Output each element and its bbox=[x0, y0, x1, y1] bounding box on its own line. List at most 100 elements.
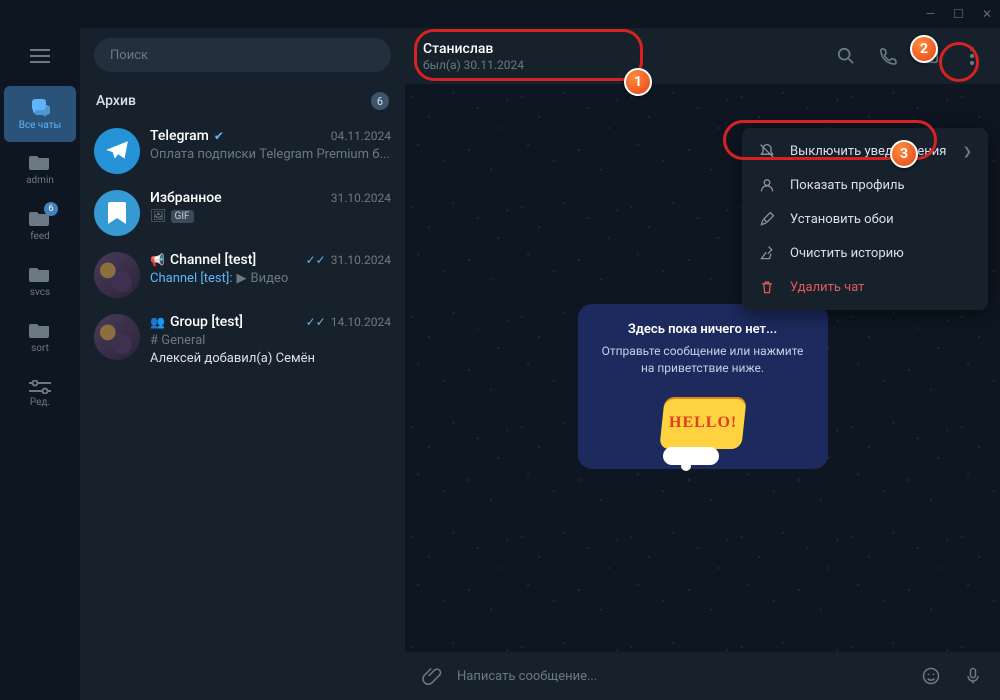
broom-icon bbox=[758, 245, 776, 261]
chat-pane: Станислав был(а) 30.11.2024 Здесь пока н… bbox=[405, 28, 1000, 700]
hello-sticker-text: HELLO! bbox=[668, 414, 736, 432]
rail-item-sort[interactable]: sort bbox=[4, 310, 76, 366]
chat-options-dropdown: Выключить уведомления ❯ Показать профиль… bbox=[742, 128, 988, 310]
chat-peer-name: Станислав bbox=[423, 41, 822, 57]
window-close[interactable]: ✕ bbox=[982, 7, 992, 21]
brush-icon bbox=[758, 211, 776, 227]
menu-item-clear-history[interactable]: Очистить историю bbox=[742, 236, 988, 270]
chat-row-telegram[interactable]: Telegram ✔ 04.11.2024 Оплата подписки Te… bbox=[80, 120, 405, 182]
video-thumb-icon: ▶ bbox=[236, 271, 246, 286]
folder-icon bbox=[29, 322, 51, 340]
mute-icon bbox=[758, 143, 776, 159]
sidebar-toggle-button[interactable] bbox=[912, 38, 948, 74]
rail-item-svcs[interactable]: svcs bbox=[4, 254, 76, 310]
chat-row-body: Telegram ✔ 04.11.2024 Оплата подписки Te… bbox=[150, 128, 391, 174]
chat-time: 14.10.2024 bbox=[331, 315, 391, 329]
main-menu-button[interactable] bbox=[20, 36, 60, 76]
chat-name: Channel [test] bbox=[170, 252, 256, 268]
read-checks-icon: ✓✓ bbox=[306, 253, 326, 267]
rail-item-all-chats[interactable]: Все чаты bbox=[4, 86, 76, 142]
rail-label: feed bbox=[30, 231, 50, 242]
chat-media-label: Видео bbox=[250, 271, 288, 286]
attach-button[interactable] bbox=[415, 659, 449, 693]
avatar bbox=[94, 190, 140, 236]
folder-icon bbox=[29, 266, 51, 284]
more-menu-button[interactable] bbox=[954, 38, 990, 74]
chat-row-body: 👥 Group [test] ✓✓ 14.10.2024 # General А… bbox=[150, 314, 391, 366]
call-button[interactable] bbox=[870, 38, 906, 74]
chat-name: Telegram bbox=[150, 128, 209, 144]
phone-icon bbox=[879, 47, 897, 65]
chat-time: 31.10.2024 bbox=[331, 191, 391, 205]
rail-label: svcs bbox=[30, 287, 50, 298]
emoji-button[interactable] bbox=[914, 659, 948, 693]
chat-row-body: Избранное 31.10.2024 🖼 GIF bbox=[150, 190, 391, 236]
menu-label: Установить обои bbox=[790, 212, 894, 227]
search-icon bbox=[837, 47, 855, 65]
chat-time: 31.10.2024 bbox=[331, 253, 391, 267]
app-root: Все чаты admin 6 feed svcs sort Ред. bbox=[0, 28, 1000, 700]
verified-icon: ✔ bbox=[214, 129, 224, 143]
chat-row-body: 📢 Channel [test] ✓✓ 31.10.2024 Channel [… bbox=[150, 252, 391, 298]
window-titlebar: — ☐ ✕ bbox=[0, 0, 1000, 28]
bookmark-icon bbox=[107, 201, 127, 225]
rail-label: admin bbox=[26, 175, 54, 186]
chat-row-group[interactable]: 👥 Group [test] ✓✓ 14.10.2024 # General А… bbox=[80, 306, 405, 374]
rail-item-feed[interactable]: 6 feed bbox=[4, 198, 76, 254]
chat-row-channel[interactable]: 📢 Channel [test] ✓✓ 31.10.2024 Channel [… bbox=[80, 244, 405, 306]
chat-sender: Channel [test]: bbox=[150, 271, 232, 286]
chat-header: Станислав был(а) 30.11.2024 bbox=[405, 28, 1000, 84]
rail-item-admin[interactable]: admin bbox=[4, 142, 76, 198]
hamburger-icon bbox=[30, 49, 50, 63]
avatar bbox=[94, 314, 140, 360]
gif-chip: GIF bbox=[171, 210, 194, 223]
chat-subtitle: Оплата подписки Telegram Premium б... bbox=[150, 147, 391, 162]
compose-input[interactable] bbox=[457, 669, 906, 684]
hello-sticker[interactable]: HELLO! bbox=[653, 391, 753, 455]
menu-label: Очистить историю bbox=[790, 246, 904, 261]
smiley-icon bbox=[921, 666, 941, 686]
rail-label: Все чаты bbox=[19, 120, 62, 131]
telegram-plane-icon bbox=[104, 138, 130, 164]
folder-rail: Все чаты admin 6 feed svcs sort Ред. bbox=[0, 28, 80, 700]
menu-label: Выключить уведомления bbox=[790, 144, 946, 159]
thought-cloud-icon bbox=[663, 447, 719, 465]
microphone-icon bbox=[963, 666, 983, 686]
chatlist-panel: Архив 6 Telegram ✔ 04.11.2024 Оплата под… bbox=[80, 28, 405, 700]
chat-topic: # General bbox=[150, 333, 391, 348]
sliders-icon bbox=[29, 380, 51, 394]
menu-item-mute[interactable]: Выключить уведомления ❯ bbox=[742, 134, 988, 168]
folder-icon bbox=[29, 154, 51, 172]
search-input[interactable] bbox=[94, 38, 391, 72]
chat-bubbles-icon bbox=[28, 97, 52, 117]
user-icon bbox=[758, 177, 776, 193]
voice-button[interactable] bbox=[956, 659, 990, 693]
rail-label: Ред. bbox=[30, 397, 50, 408]
avatar bbox=[94, 252, 140, 298]
search-in-chat-button[interactable] bbox=[828, 38, 864, 74]
menu-item-profile[interactable]: Показать профиль bbox=[742, 168, 988, 202]
panel-icon bbox=[921, 47, 939, 65]
chat-name: Group [test] bbox=[170, 314, 243, 330]
archive-label: Архив bbox=[96, 93, 371, 109]
avatar bbox=[94, 128, 140, 174]
trash-icon bbox=[758, 279, 776, 295]
chat-body: Здесь пока ничего нет... Отправьте сообщ… bbox=[405, 84, 1000, 652]
megaphone-icon: 📢 bbox=[150, 253, 165, 267]
chevron-right-icon: ❯ bbox=[963, 145, 972, 158]
chat-time: 04.11.2024 bbox=[331, 129, 391, 143]
kebab-icon bbox=[970, 47, 974, 65]
menu-item-delete-chat[interactable]: Удалить чат bbox=[742, 270, 988, 304]
chat-name: Избранное bbox=[150, 190, 222, 206]
archive-badge: 6 bbox=[371, 92, 389, 110]
read-checks-icon: ✓✓ bbox=[306, 315, 326, 329]
window-maximize[interactable]: ☐ bbox=[953, 7, 964, 21]
empty-state-card[interactable]: Здесь пока ничего нет... Отправьте сообщ… bbox=[578, 304, 828, 469]
chat-title-block[interactable]: Станислав был(а) 30.11.2024 bbox=[423, 41, 822, 72]
chat-row-saved[interactable]: Избранное 31.10.2024 🖼 GIF bbox=[80, 182, 405, 244]
window-minimize[interactable]: — bbox=[926, 7, 935, 21]
rail-item-edit[interactable]: Ред. bbox=[4, 366, 76, 422]
menu-item-wallpaper[interactable]: Установить обои bbox=[742, 202, 988, 236]
archive-row[interactable]: Архив 6 bbox=[80, 82, 405, 120]
empty-heading: Здесь пока ничего нет... bbox=[594, 322, 812, 337]
